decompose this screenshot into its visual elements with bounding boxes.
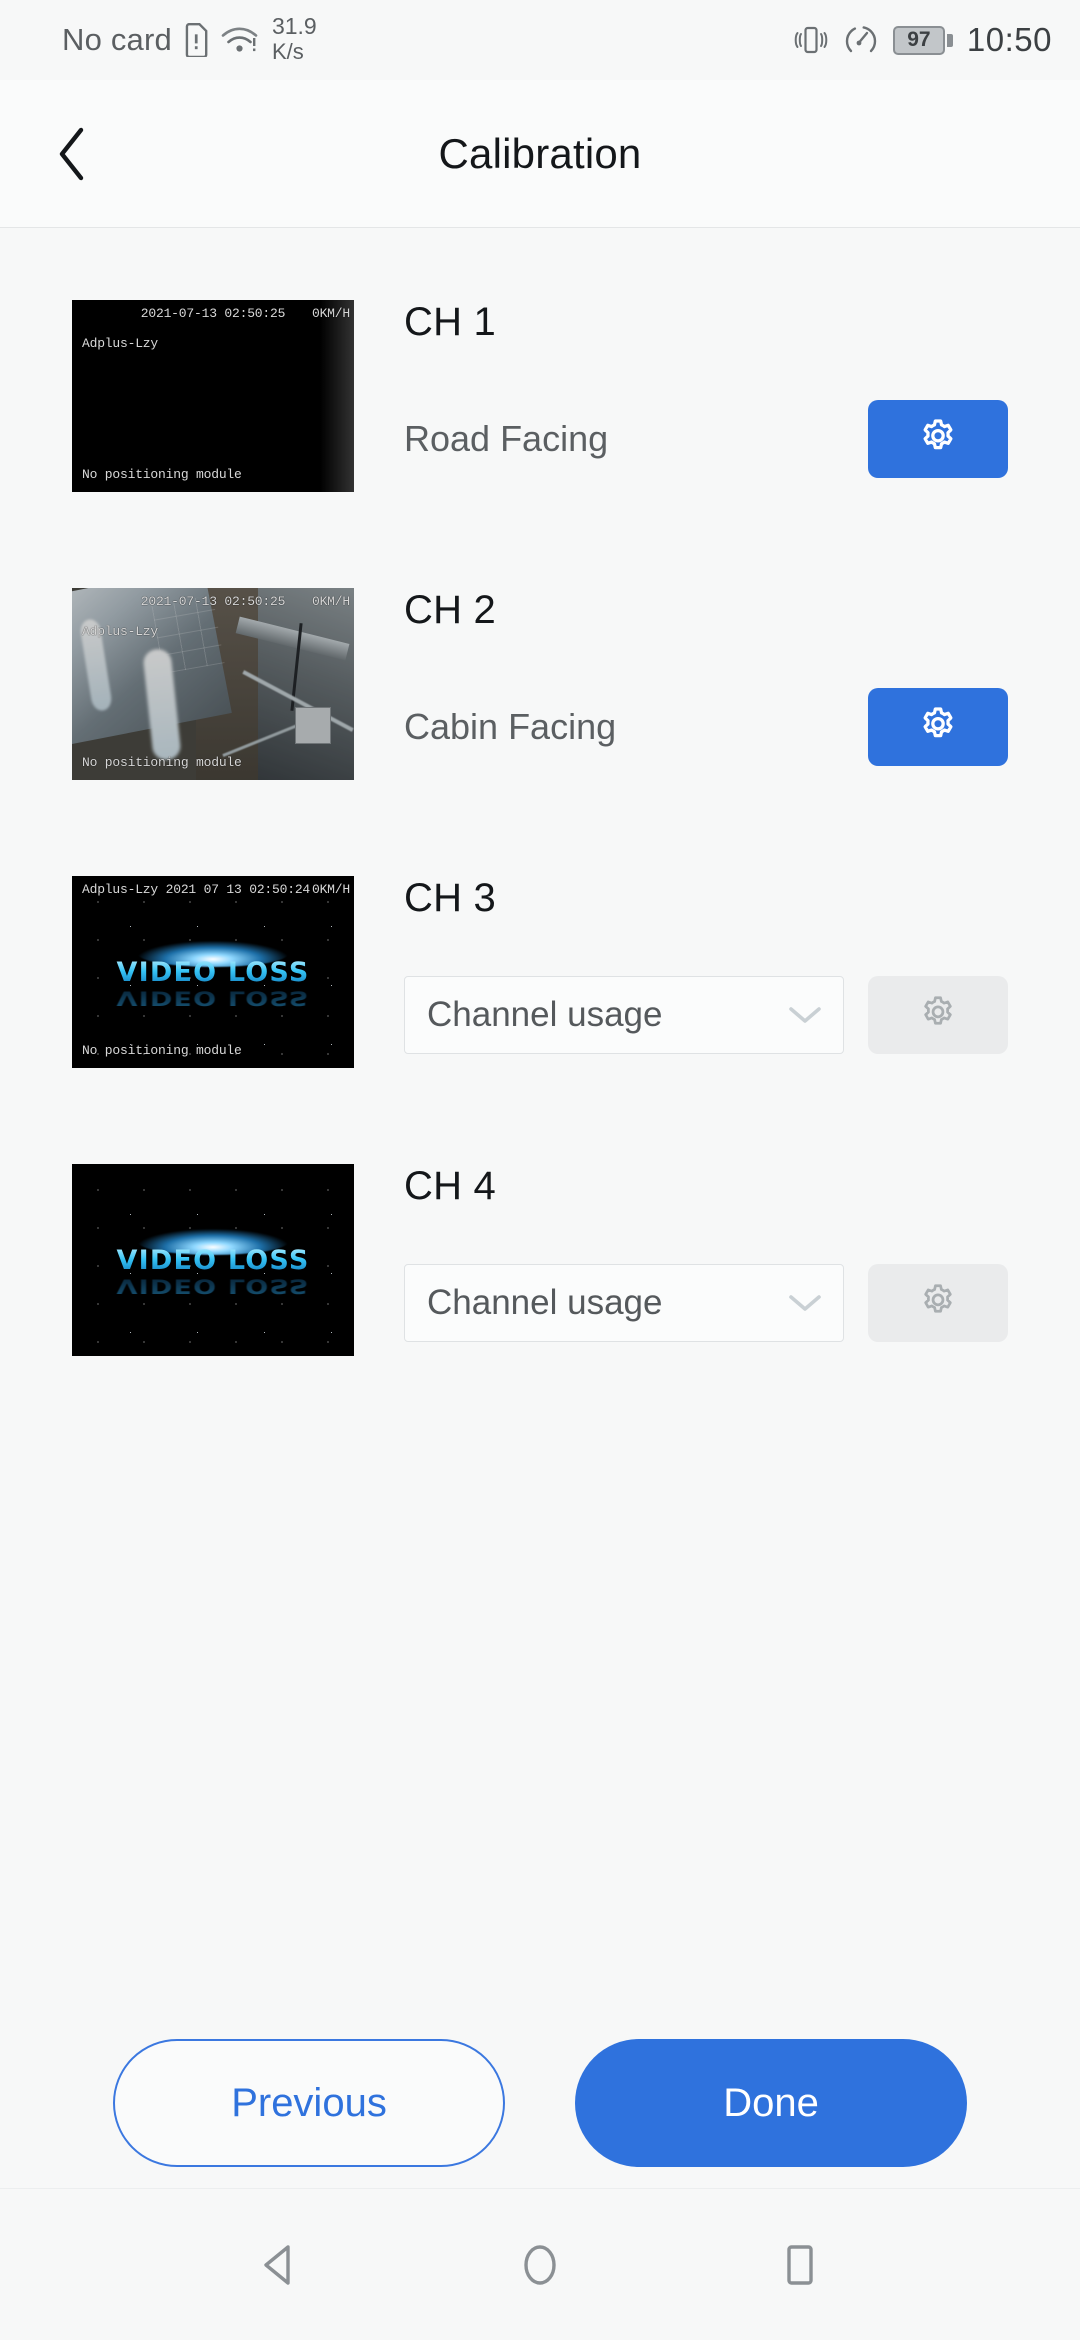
nav-recents-button[interactable] bbox=[745, 2210, 855, 2320]
network-speed-unit: K/s bbox=[271, 39, 304, 64]
channel-info: CH 2 Cabin Facing bbox=[354, 588, 1080, 780]
preview-gps: No positioning module bbox=[82, 467, 242, 482]
speedometer-icon bbox=[843, 23, 879, 57]
preview-gps: No positioning module bbox=[82, 755, 242, 770]
sim-card-alert-icon bbox=[182, 23, 210, 57]
channel-title: CH 4 bbox=[404, 1164, 496, 1208]
preview-device: Adplus-Lzy bbox=[82, 624, 159, 639]
wifi-alert-icon bbox=[220, 24, 258, 56]
preview-top-line: Adplus-Lzy 2021 07 13 02:50:24 bbox=[82, 882, 311, 897]
nav-back-button[interactable] bbox=[225, 2210, 335, 2320]
triangle-back-icon bbox=[252, 2237, 308, 2293]
channel-info: CH 1 Road Facing bbox=[354, 300, 1080, 492]
back-button[interactable] bbox=[30, 111, 116, 197]
battery-icon: 97 bbox=[892, 25, 953, 55]
preview-glow bbox=[320, 300, 354, 492]
video-loss-graphic: VIDEO LOSS VIDEO LOSS bbox=[72, 1164, 354, 1356]
chevron-left-icon bbox=[50, 124, 96, 184]
preview-datetime: 2021-07-13 02:50:25 bbox=[140, 306, 286, 321]
channel-preview[interactable]: VIDEO LOSS VIDEO LOSS Adplus-Lzy 2021 07… bbox=[72, 876, 354, 1068]
carrier-label: No card bbox=[62, 22, 172, 57]
video-loss-graphic: VIDEO LOSS VIDEO LOSS bbox=[72, 876, 354, 1068]
video-loss-label: VIDEO LOSS bbox=[116, 956, 310, 988]
preview-device: Adplus-Lzy bbox=[82, 336, 159, 351]
preview-speed: 0KM/H bbox=[311, 882, 350, 897]
circle-home-icon bbox=[512, 2237, 568, 2293]
channel-settings-button[interactable] bbox=[868, 688, 1008, 766]
preview-speed: 0KM/H bbox=[311, 594, 350, 609]
chevron-down-icon bbox=[785, 1290, 825, 1316]
preview-image bbox=[72, 588, 354, 780]
preview-gps: No positioning module bbox=[82, 1043, 242, 1058]
previous-button[interactable]: Previous bbox=[113, 2039, 505, 2167]
gear-icon bbox=[916, 1281, 960, 1325]
video-loss-label: VIDEO LOSS bbox=[116, 1244, 310, 1276]
channel-usage-select[interactable]: Channel usage bbox=[404, 1264, 844, 1342]
footer-actions: Previous Done bbox=[0, 2028, 1080, 2178]
done-button[interactable]: Done bbox=[575, 2039, 967, 2167]
chevron-down-icon bbox=[785, 1002, 825, 1028]
vibrate-icon bbox=[793, 23, 829, 57]
status-bar: No card 31.9 K/s 97 10:50 bbox=[0, 0, 1080, 80]
gear-icon bbox=[915, 704, 961, 750]
preview-datetime: 2021-07-13 02:50:25 bbox=[140, 594, 286, 609]
network-speed: 31.9 K/s bbox=[272, 15, 317, 63]
channel-row: VIDEO LOSS VIDEO LOSS CH 4 Channel usage bbox=[0, 1092, 1080, 1380]
app-bar: Calibration bbox=[0, 80, 1080, 228]
video-loss-reflection: VIDEO LOSS bbox=[116, 1273, 310, 1297]
video-loss-reflection: VIDEO LOSS bbox=[116, 985, 310, 1009]
channel-title: CH 3 bbox=[404, 876, 496, 920]
channel-settings-button bbox=[868, 1264, 1008, 1342]
channel-usage-label: Road Facing bbox=[404, 418, 609, 459]
channel-row: 2021-07-13 02:50:25 0KM/H Adplus-Lzy No … bbox=[0, 516, 1080, 804]
channel-info: CH 3 Channel usage bbox=[354, 876, 1080, 1068]
status-bar-left: No card 31.9 K/s bbox=[28, 15, 317, 63]
battery-level: 97 bbox=[907, 28, 931, 51]
channel-usage-value: Channel usage bbox=[427, 995, 663, 1034]
page-title: Calibration bbox=[438, 129, 642, 177]
status-bar-right: 97 10:50 bbox=[793, 21, 1052, 59]
channel-title: CH 2 bbox=[404, 588, 496, 632]
channel-list: 2021-07-13 02:50:25 0KM/H Adplus-Lzy No … bbox=[0, 228, 1080, 1380]
preview-speed: 0KM/H bbox=[311, 306, 350, 321]
network-speed-value: 31.9 bbox=[271, 13, 317, 39]
channel-usage-value: Channel usage bbox=[427, 1283, 663, 1322]
channel-title: CH 1 bbox=[404, 300, 496, 344]
square-recents-icon bbox=[772, 2237, 828, 2293]
nav-home-button[interactable] bbox=[485, 2210, 595, 2320]
channel-row: 2021-07-13 02:50:25 0KM/H Adplus-Lzy No … bbox=[0, 228, 1080, 516]
channel-usage-select[interactable]: Channel usage bbox=[404, 976, 844, 1054]
channel-preview[interactable]: VIDEO LOSS VIDEO LOSS bbox=[72, 1164, 354, 1356]
gear-icon bbox=[916, 993, 960, 1037]
clock-label: 10:50 bbox=[966, 21, 1052, 58]
channel-settings-button bbox=[868, 976, 1008, 1054]
channel-preview[interactable]: 2021-07-13 02:50:25 0KM/H Adplus-Lzy No … bbox=[72, 300, 354, 492]
system-nav-bar bbox=[0, 2188, 1080, 2340]
channel-row: VIDEO LOSS VIDEO LOSS Adplus-Lzy 2021 07… bbox=[0, 804, 1080, 1092]
channel-settings-button[interactable] bbox=[868, 400, 1008, 478]
channel-info: CH 4 Channel usage bbox=[354, 1164, 1080, 1356]
channel-preview[interactable]: 2021-07-13 02:50:25 0KM/H Adplus-Lzy No … bbox=[72, 588, 354, 780]
gear-icon bbox=[915, 416, 961, 462]
channel-usage-label: Cabin Facing bbox=[404, 706, 617, 747]
